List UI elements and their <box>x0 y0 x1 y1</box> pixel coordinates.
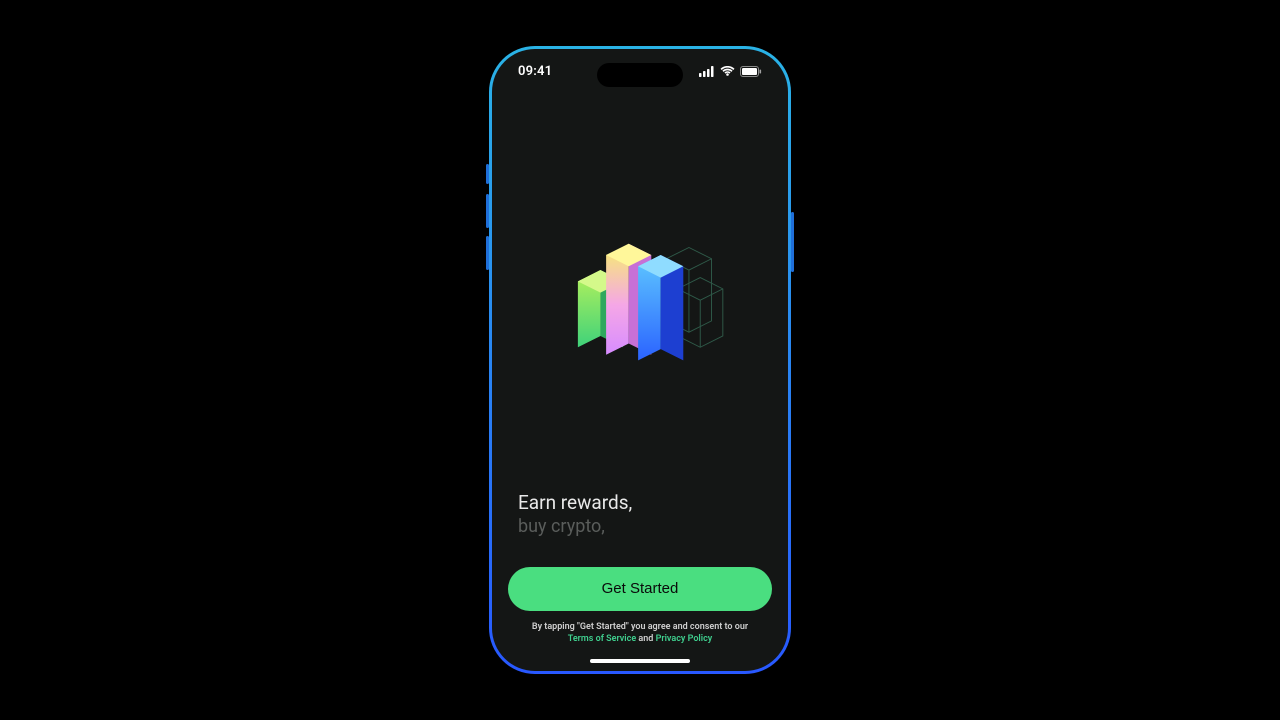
status-bar: 09:41 <box>492 49 788 93</box>
wifi-icon <box>720 66 735 77</box>
tagline-line-2: buy crypto, <box>518 516 772 537</box>
phone-screen: 09:41 <box>492 49 788 671</box>
cellular-icon <box>699 66 715 77</box>
status-time: 09:41 <box>518 64 552 79</box>
isometric-bars-icon <box>545 223 735 383</box>
phone-power-button <box>791 212 794 272</box>
tagline-block: Earn rewards, buy crypto, <box>508 491 772 537</box>
phone-volume-up-button <box>486 194 489 228</box>
status-indicators <box>699 66 762 77</box>
tagline-line-1: Earn rewards, <box>518 491 772 514</box>
phone-mute-switch <box>486 164 489 184</box>
phone-volume-down-button <box>486 236 489 270</box>
phone-frame: 09:41 <box>489 46 791 674</box>
stage: 09:41 <box>0 0 1280 720</box>
home-indicator[interactable] <box>590 659 690 663</box>
legal-prefix: By tapping "Get Started" you agree and c… <box>532 622 748 632</box>
legal-and: and <box>636 634 655 644</box>
privacy-policy-link[interactable]: Privacy Policy <box>656 634 713 644</box>
hero-illustration <box>508 123 772 483</box>
legal-text: By tapping "Get Started" you agree and c… <box>508 621 772 645</box>
onboarding-content: Earn rewards, buy crypto, Get Started By… <box>492 93 788 671</box>
terms-of-service-link[interactable]: Terms of Service <box>568 634 636 644</box>
get-started-button[interactable]: Get Started <box>508 567 772 611</box>
battery-icon <box>740 66 762 77</box>
